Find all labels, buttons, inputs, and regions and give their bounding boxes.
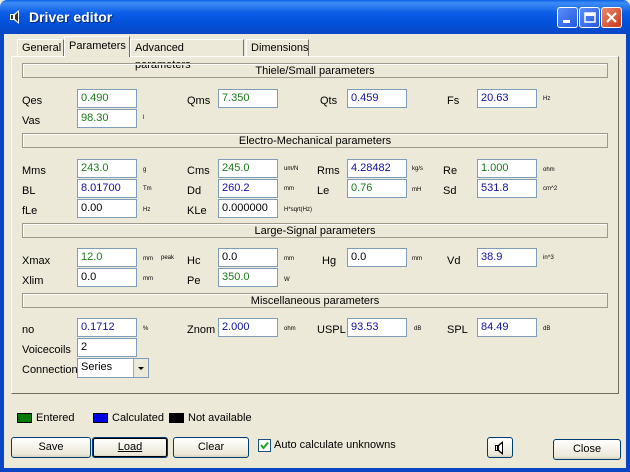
window-title: Driver editor bbox=[29, 9, 113, 25]
close-icon bbox=[606, 12, 617, 23]
tab-advanced-parameters[interactable]: Advanced parameters bbox=[130, 39, 244, 71]
not-available-swatch bbox=[169, 413, 184, 423]
auto-calculate-checkbox[interactable] bbox=[258, 439, 271, 452]
tab-label: Parameters bbox=[69, 40, 126, 52]
tab-parameters[interactable]: Parameters bbox=[64, 36, 130, 57]
calculated-legend-label: Calculated bbox=[112, 412, 164, 424]
minimize-button[interactable] bbox=[557, 7, 578, 28]
auto-calculate-label[interactable]: Auto calculate unknowns bbox=[274, 439, 396, 452]
title-bar[interactable]: Driver editor bbox=[0, 0, 630, 34]
window-border-right bbox=[626, 34, 630, 472]
clear-button[interactable]: Clear bbox=[173, 437, 249, 458]
close-button[interactable]: Close bbox=[553, 439, 621, 460]
driver-editor-window: Driver editor General Parameters Advance… bbox=[0, 0, 630, 472]
window-border-left bbox=[0, 34, 4, 472]
tab-panel bbox=[11, 56, 619, 394]
tab-label: General bbox=[22, 42, 62, 54]
speaker-icon bbox=[495, 441, 503, 455]
calculated-swatch bbox=[93, 413, 108, 423]
load-button[interactable]: Load bbox=[92, 437, 168, 458]
tab-general[interactable]: General bbox=[17, 39, 64, 56]
minimize-icon bbox=[563, 20, 570, 23]
tab-dimensions[interactable]: Dimensions bbox=[246, 39, 309, 56]
save-button[interactable]: Save bbox=[11, 437, 91, 458]
speaker-button[interactable] bbox=[487, 437, 513, 458]
load-button-label: Load bbox=[117, 441, 143, 453]
window-border-bottom bbox=[0, 468, 630, 472]
maximize-button[interactable] bbox=[579, 7, 600, 28]
entered-swatch bbox=[17, 413, 32, 423]
checkmark-icon bbox=[260, 441, 269, 450]
not-available-legend-label: Not available bbox=[188, 412, 252, 424]
maximize-icon bbox=[584, 12, 596, 23]
speaker-icon bbox=[10, 10, 19, 24]
close-window-button[interactable] bbox=[601, 7, 622, 28]
entered-legend-label: Entered bbox=[36, 412, 75, 424]
tab-label: Dimensions bbox=[251, 42, 309, 54]
